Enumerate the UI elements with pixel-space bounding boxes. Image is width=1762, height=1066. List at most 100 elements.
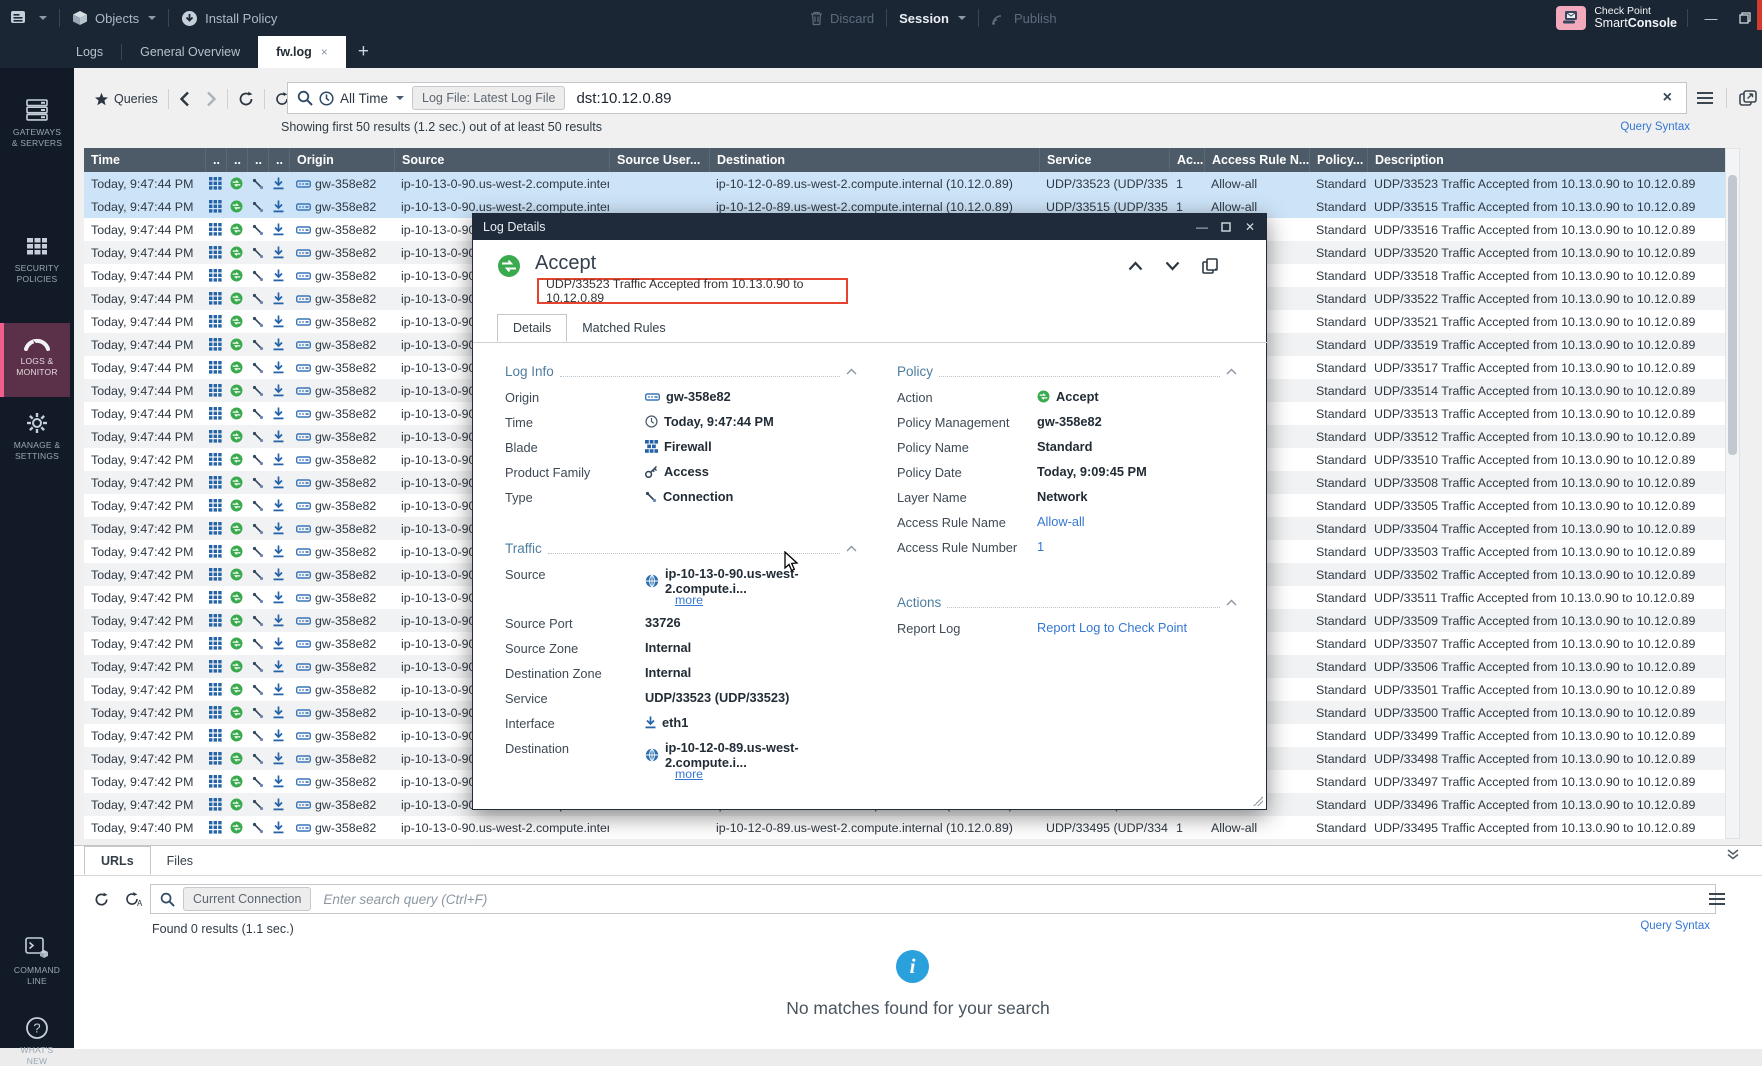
sidebar-item-manage-settings[interactable]: MANAGE &SETTINGS bbox=[0, 403, 74, 461]
globe-icon bbox=[645, 574, 659, 588]
accept-action-icon bbox=[497, 254, 521, 278]
column-header-8[interactable]: Destination bbox=[709, 148, 1039, 172]
clear-query-button[interactable]: × bbox=[1649, 89, 1686, 107]
new-tab-button[interactable]: + bbox=[346, 36, 381, 68]
panel-search-field[interactable]: Current Connection Enter search query (C… bbox=[150, 884, 1716, 914]
forward-button[interactable] bbox=[198, 91, 225, 107]
column-header-12[interactable]: Policy... bbox=[1309, 148, 1367, 172]
table-row[interactable]: Today, 9:47:44 PMgw-358e82ip-10-13-0-90.… bbox=[84, 172, 1725, 195]
open-new-window-icon[interactable] bbox=[1739, 90, 1757, 106]
field-value: 33726 bbox=[645, 614, 681, 630]
tab-general-overview[interactable]: General Overview bbox=[122, 36, 258, 68]
tab-fw-log[interactable]: fw.log× bbox=[258, 36, 346, 68]
cell-policy: Standard bbox=[1309, 609, 1367, 632]
panel-query-syntax-link[interactable]: Query Syntax bbox=[1640, 920, 1710, 932]
column-header-3[interactable]: .. bbox=[247, 148, 268, 172]
collapse-section-icon[interactable] bbox=[1226, 599, 1237, 606]
column-header-7[interactable]: Source User... bbox=[609, 148, 709, 172]
collapse-panel-button[interactable] bbox=[1726, 848, 1740, 860]
dialog-title-bar[interactable]: Log Details — ✕ bbox=[473, 214, 1266, 240]
table-scrollbar[interactable] bbox=[1725, 148, 1740, 839]
menu-icon[interactable] bbox=[1696, 91, 1714, 105]
field-value[interactable]: Allow-all bbox=[1037, 513, 1085, 529]
collapse-section-icon[interactable] bbox=[846, 368, 857, 375]
dialog-tab-details[interactable]: Details bbox=[497, 314, 567, 342]
column-header-0[interactable]: Time bbox=[84, 148, 205, 172]
install-policy-button[interactable]: Install Policy bbox=[171, 0, 287, 36]
field-interface: Interfaceeth1 bbox=[505, 714, 857, 739]
field-access-rule-name: Access Rule NameAllow-all bbox=[897, 513, 1237, 538]
column-header-2[interactable]: .. bbox=[226, 148, 247, 172]
dialog-close-button[interactable]: ✕ bbox=[1238, 215, 1262, 239]
tab-files[interactable]: Files bbox=[151, 846, 209, 875]
panel-refresh-button[interactable] bbox=[86, 892, 117, 907]
previous-log-button[interactable] bbox=[1128, 261, 1143, 271]
sidebar-item-logs-monitor[interactable]: LOGS &MONITOR bbox=[0, 323, 70, 397]
minimize-button[interactable]: — bbox=[1698, 5, 1724, 31]
field-label: Interface bbox=[505, 714, 645, 731]
back-button[interactable] bbox=[171, 91, 198, 107]
scrollbar-thumb[interactable] bbox=[1728, 175, 1737, 455]
query-syntax-link[interactable]: Query Syntax bbox=[1620, 121, 1690, 133]
column-header-13[interactable]: Description bbox=[1367, 148, 1725, 172]
refresh-button[interactable] bbox=[230, 91, 262, 107]
tab-logs[interactable]: Logs bbox=[58, 36, 121, 68]
sidebar-item-whats-new[interactable]: ? WHAT'SNEW bbox=[0, 1008, 74, 1066]
column-header-6[interactable]: Source bbox=[394, 148, 609, 172]
cell-time: Today, 9:47:44 PM bbox=[84, 287, 205, 310]
divider bbox=[1687, 9, 1688, 27]
log-file-chip[interactable]: Log File: Latest Log File bbox=[412, 86, 565, 110]
column-header-1[interactable]: .. bbox=[205, 148, 226, 172]
collapse-section-icon[interactable] bbox=[846, 545, 857, 552]
panel-menu-icon[interactable] bbox=[1708, 892, 1726, 906]
accept-icon bbox=[226, 379, 247, 402]
cell-policy: Standard bbox=[1309, 816, 1367, 839]
connection-icon bbox=[247, 241, 268, 264]
cell-policy: Standard bbox=[1309, 333, 1367, 356]
column-header-11[interactable]: Access Rule N... bbox=[1204, 148, 1309, 172]
app-menu-button[interactable] bbox=[0, 0, 57, 36]
column-header-5[interactable]: Origin bbox=[289, 148, 394, 172]
dialog-tab-matched-rules[interactable]: Matched Rules bbox=[567, 314, 680, 342]
field-value[interactable]: Report Log to Check Point bbox=[1037, 619, 1187, 635]
publish-button[interactable]: Publish bbox=[981, 0, 1067, 36]
time-filter-dropdown[interactable]: All Time bbox=[319, 91, 404, 106]
grid-icon bbox=[205, 816, 226, 839]
close-button[interactable] bbox=[1757, 0, 1762, 30]
table-row[interactable]: Today, 9:47:40 PMgw-358e82ip-10-13-0-90.… bbox=[84, 816, 1725, 839]
sidebar-item-command-line[interactable]: COMMANDLINE bbox=[0, 928, 74, 986]
restore-button[interactable] bbox=[1732, 5, 1758, 31]
cell-description: UDP/33519 Traffic Accepted from 10.13.0.… bbox=[1367, 333, 1725, 356]
log-search-field[interactable]: All Time Log File: Latest Log File dst:1… bbox=[287, 82, 1687, 114]
collapse-section-icon[interactable] bbox=[1226, 368, 1237, 375]
dialog-minimize-button[interactable]: — bbox=[1190, 215, 1214, 239]
discard-button[interactable]: Discard bbox=[800, 0, 884, 36]
accept-icon bbox=[226, 632, 247, 655]
tab-urls[interactable]: URLs bbox=[84, 846, 151, 875]
close-tab-icon[interactable]: × bbox=[321, 45, 328, 59]
resize-grip[interactable] bbox=[1253, 796, 1263, 806]
column-header-9[interactable]: Service bbox=[1039, 148, 1169, 172]
objects-menu[interactable]: Objects bbox=[62, 0, 166, 36]
field-policy-management: Policy Managementgw-358e82 bbox=[897, 413, 1237, 438]
sidebar-item-security-policies[interactable]: SECURITYPOLICIES bbox=[0, 226, 74, 284]
grid-icon bbox=[205, 356, 226, 379]
cell-time: Today, 9:47:42 PM bbox=[84, 770, 205, 793]
field-value: Connection bbox=[645, 488, 733, 504]
accept-icon bbox=[226, 425, 247, 448]
query-input[interactable]: dst:10.12.0.89 bbox=[576, 90, 1648, 107]
copy-icon[interactable] bbox=[1202, 258, 1218, 274]
sidebar-item-gateways-servers[interactable]: GATEWAYS& SERVERS bbox=[0, 90, 74, 148]
cell-origin: gw-358e82 bbox=[289, 540, 394, 563]
queries-button[interactable]: Queries bbox=[86, 92, 166, 107]
next-log-button[interactable] bbox=[1165, 261, 1180, 271]
cell-access-rule-name: Allow-all bbox=[1204, 172, 1309, 195]
current-connection-chip[interactable]: Current Connection bbox=[183, 887, 311, 911]
field-value[interactable]: 1 bbox=[1037, 538, 1044, 554]
session-menu[interactable]: Session bbox=[889, 0, 976, 36]
divider bbox=[74, 875, 1762, 876]
panel-auto-refresh-button[interactable]: A bbox=[117, 891, 151, 907]
column-header-4[interactable]: .. bbox=[268, 148, 289, 172]
column-header-10[interactable]: Ac... bbox=[1169, 148, 1204, 172]
dialog-maximize-button[interactable] bbox=[1214, 215, 1238, 239]
